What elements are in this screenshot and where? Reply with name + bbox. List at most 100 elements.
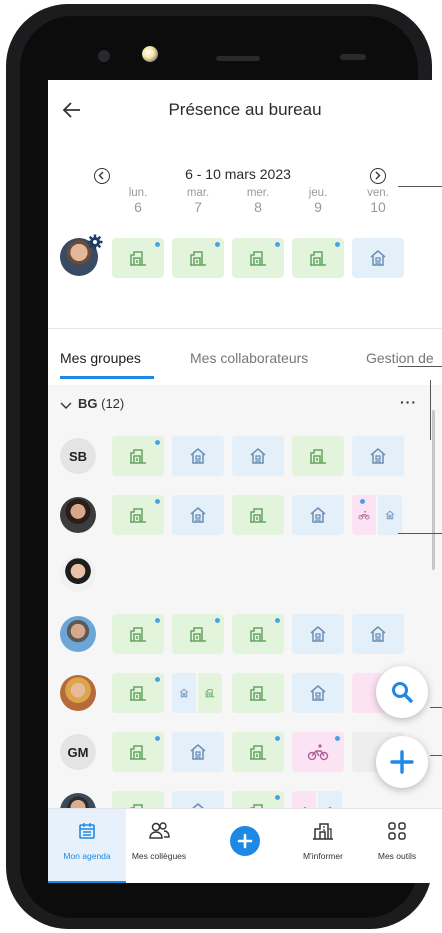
tab-mes-collaborateurs[interactable]: Mes collaborateurs (190, 350, 308, 366)
grid-icon (388, 822, 406, 840)
day-cell-split[interactable] (352, 495, 404, 535)
day-cell[interactable] (352, 614, 404, 654)
my-day-cell[interactable] (112, 238, 164, 278)
day-header: ven. 10 (355, 186, 401, 214)
note-dot (155, 242, 160, 247)
my-day-cell[interactable] (172, 238, 224, 278)
nav-label: M'informer (303, 851, 343, 861)
day-cell[interactable] (112, 732, 164, 772)
day-name: mer. (246, 187, 270, 199)
day-cell[interactable] (232, 673, 284, 713)
my-day-cell[interactable] (292, 238, 344, 278)
day-cell[interactable] (232, 495, 284, 535)
app-screen: Présence au bureau 6 - 10 mars 2023 lun.… (48, 80, 442, 883)
office-icon (128, 683, 148, 703)
avatar[interactable] (60, 616, 96, 652)
group-header[interactable]: BG (12) (60, 396, 124, 411)
day-number: 10 (370, 199, 386, 215)
day-header: jeu. 9 (295, 186, 341, 214)
day-cell[interactable] (292, 495, 344, 535)
office-icon (248, 742, 268, 762)
day-cell[interactable] (352, 436, 404, 476)
note-dot (335, 736, 340, 741)
office-icon (308, 248, 328, 268)
day-name: ven. (367, 187, 389, 199)
tab-gestion[interactable]: Gestion de (366, 350, 434, 366)
annotation-line (398, 366, 442, 367)
search-button[interactable] (376, 666, 428, 718)
office-icon (128, 446, 148, 466)
day-cell[interactable] (292, 614, 344, 654)
app-bar: Présence au bureau (48, 80, 442, 140)
page-title: Présence au bureau (168, 100, 322, 119)
my-day-cell[interactable] (352, 238, 404, 278)
chevron-left-icon[interactable] (94, 168, 110, 184)
note-dot (215, 618, 220, 623)
half-home (172, 673, 196, 713)
note-dot (275, 795, 280, 800)
home-icon (368, 624, 388, 644)
nav-mes-collegues[interactable]: Mes collègues (120, 809, 198, 883)
day-number: 8 (254, 199, 262, 215)
note-dot (155, 677, 160, 682)
half-bike (352, 495, 376, 535)
day-header: mer. 8 (235, 186, 281, 214)
nav-add-button[interactable] (230, 826, 260, 856)
sensor (340, 54, 366, 60)
plus-icon (237, 833, 253, 849)
office-icon (308, 446, 328, 466)
day-cell[interactable] (112, 673, 164, 713)
bike-icon (307, 742, 329, 762)
people-icon (149, 822, 170, 839)
day-cell-split[interactable] (172, 673, 224, 713)
day-cell[interactable] (232, 732, 284, 772)
office-icon (248, 624, 268, 644)
tab-mes-groupes[interactable]: Mes groupes (60, 350, 141, 366)
office-icon (188, 248, 208, 268)
note-dot (155, 736, 160, 741)
day-cell[interactable] (172, 614, 224, 654)
office-icon (128, 248, 148, 268)
day-cell[interactable] (112, 495, 164, 535)
add-button[interactable] (376, 736, 428, 788)
day-cell[interactable] (292, 436, 344, 476)
home-icon (385, 510, 396, 521)
chevron-right-icon[interactable] (370, 168, 386, 184)
half-home (378, 495, 402, 535)
home-icon (308, 624, 328, 644)
day-cell[interactable] (112, 436, 164, 476)
home-icon (248, 446, 268, 466)
scrollbar[interactable] (432, 410, 435, 570)
day-cell[interactable] (232, 436, 284, 476)
home-icon (188, 446, 208, 466)
group-count: (12) (101, 396, 125, 411)
day-cell[interactable] (232, 614, 284, 654)
day-cell[interactable] (112, 614, 164, 654)
avatar[interactable]: SB (60, 438, 96, 474)
day-cell[interactable] (172, 436, 224, 476)
group-menu-icon[interactable]: ··· (400, 394, 417, 410)
avatar[interactable] (60, 675, 96, 711)
office-icon (188, 624, 208, 644)
front-camera (142, 46, 158, 62)
gear-icon[interactable] (87, 234, 103, 255)
calendar-icon (79, 823, 95, 839)
nav-mon-agenda[interactable]: Mon agenda (48, 809, 126, 883)
home-icon (368, 446, 388, 466)
note-dot (275, 736, 280, 741)
avatar[interactable] (60, 497, 96, 533)
day-cell[interactable] (292, 732, 344, 772)
note-dot (155, 499, 160, 504)
day-cell[interactable] (172, 495, 224, 535)
day-cell[interactable] (172, 732, 224, 772)
avatar[interactable]: GM (60, 734, 96, 770)
search-icon (392, 682, 413, 703)
nav-m-informer[interactable]: M'informer (284, 809, 362, 883)
day-cell[interactable] (292, 673, 344, 713)
my-day-cell[interactable] (232, 238, 284, 278)
nav-mes-outils[interactable]: Mes outils (358, 809, 436, 883)
home-icon (368, 248, 388, 268)
group-name: BG (78, 396, 98, 411)
avatar[interactable] (60, 556, 96, 592)
office-icon (248, 683, 268, 703)
